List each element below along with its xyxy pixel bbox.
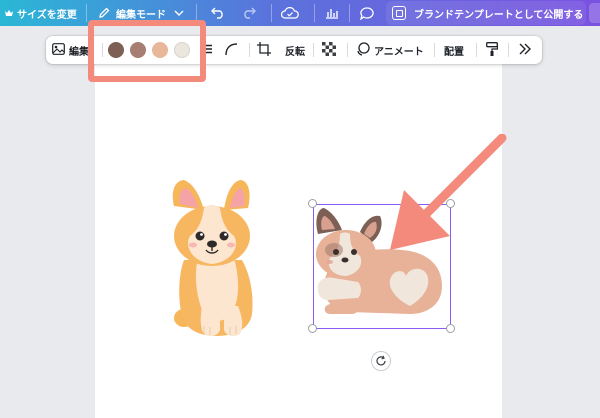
redo-icon: [242, 7, 256, 19]
header-divider: [349, 4, 350, 22]
edit-mode-label: 編集モード: [116, 9, 166, 21]
resize-handle-bottom-right[interactable]: [446, 324, 455, 333]
redo-button[interactable]: [242, 0, 256, 26]
resize-label: サイズを変更: [17, 9, 77, 21]
double-chevron-right-icon: [518, 43, 532, 58]
annotation-highlight-box: [88, 20, 206, 82]
resize-handle-top-left[interactable]: [308, 199, 317, 208]
flip-button[interactable]: 反転: [285, 36, 305, 64]
crown-icon: [5, 9, 13, 17]
toolbar-divider: [508, 43, 509, 57]
rotate-handle[interactable]: [371, 351, 391, 371]
pencil-icon: [98, 7, 110, 19]
header-divider: [86, 4, 87, 22]
insights-button[interactable]: [325, 0, 339, 26]
crop-icon: [257, 41, 271, 59]
share-icon: [392, 6, 406, 20]
header-divider: [314, 4, 315, 22]
toolbar-divider: [476, 43, 477, 57]
toolbar-divider: [313, 43, 314, 57]
resize-handle-bottom-left[interactable]: [308, 324, 317, 333]
toolbar-divider: [347, 43, 348, 57]
position-label: 配置: [444, 46, 464, 58]
image-icon: [52, 42, 65, 58]
copy-style-button[interactable]: [486, 36, 499, 64]
animate-label: アニメート: [374, 46, 424, 58]
resize-button[interactable]: サイズを変更: [5, 0, 77, 26]
annotation-arrow: [390, 134, 507, 250]
comment-icon: [360, 6, 374, 20]
corner-rounding-button[interactable]: [224, 36, 238, 64]
header-divider: [271, 4, 272, 22]
comment-button[interactable]: [360, 0, 374, 26]
bar-chart-icon: [325, 7, 339, 19]
rotate-icon: [375, 352, 387, 371]
checkerboard-icon: [322, 41, 336, 59]
more-options-button[interactable]: [518, 36, 532, 64]
undo-icon: [211, 7, 225, 19]
undo-button[interactable]: [211, 0, 225, 26]
chevron-down-icon: [174, 10, 184, 16]
crop-button[interactable]: [257, 36, 271, 64]
position-button[interactable]: 配置: [444, 36, 464, 64]
animate-icon: [356, 41, 370, 59]
edit-image-button[interactable]: 編集: [52, 36, 89, 64]
corner-curve-icon: [224, 42, 238, 59]
cloud-check-icon: [281, 7, 299, 19]
toolbar-divider: [434, 43, 435, 57]
paint-roller-icon: [486, 41, 499, 59]
transparency-button[interactable]: [322, 36, 336, 64]
sitting-corgi-image[interactable]: [160, 176, 268, 340]
toolbar-divider: [249, 43, 250, 57]
cloud-save-button[interactable]: [281, 0, 299, 26]
share-edge-button[interactable]: [589, 3, 600, 23]
flip-label: 反転: [285, 46, 305, 58]
animate-button[interactable]: アニメート: [356, 36, 424, 64]
edit-image-label: 編集: [69, 46, 89, 58]
publish-brand-template-button[interactable]: ブランドテンプレートとして公開する: [386, 1, 586, 25]
publish-label: ブランドテンプレートとして公開する: [414, 9, 584, 21]
